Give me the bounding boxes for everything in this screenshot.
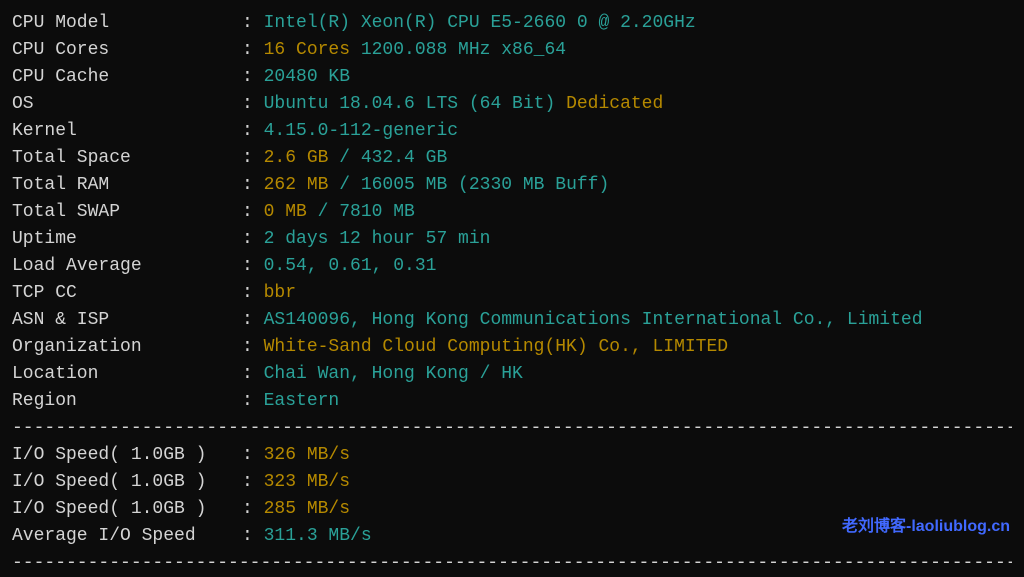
organization-line: Organization: White-Sand Cloud Computing… [12,334,1012,361]
io-test2-label: I/O Speed( 1.0GB ) [12,469,242,496]
region-label: Region [12,388,242,415]
asn-isp-value: AS140096, Hong Kong Communications Inter… [264,310,923,330]
kernel-label: Kernel [12,118,242,145]
cpu-model-label: CPU Model [12,10,242,37]
total-ram-sep: / [328,175,360,195]
io-test1-line: I/O Speed( 1.0GB ): 326 MB/s [12,442,1012,469]
kernel-value: 4.15.0-112-generic [264,121,458,141]
io-test1-label: I/O Speed( 1.0GB ) [12,442,242,469]
location-line: Location: Chai Wan, Hong Kong / HK [12,361,1012,388]
os-value: Ubuntu 18.04.6 LTS (64 Bit) [264,94,566,114]
io-test1-value: 326 MB/s [264,445,350,465]
tcp-cc-value: bbr [264,283,296,303]
total-ram-line: Total RAM: 262 MB / 16005 MB (2330 MB Bu… [12,172,1012,199]
io-test3-label: I/O Speed( 1.0GB ) [12,496,242,523]
total-swap-sep: / [307,202,339,222]
os-line: OS: Ubuntu 18.04.6 LTS (64 Bit) Dedicate… [12,91,1012,118]
uptime-label: Uptime [12,226,242,253]
cpu-cache-value: 20480 KB [264,67,350,87]
os-type: Dedicated [566,94,663,114]
uptime-line: Uptime: 2 days 12 hour 57 min [12,226,1012,253]
io-test2-line: I/O Speed( 1.0GB ): 323 MB/s [12,469,1012,496]
io-avg-label: Average I/O Speed [12,523,242,550]
load-avg-value: 0.54, 0.61, 0.31 [264,256,437,276]
io-test3-value: 285 MB/s [264,499,350,519]
cpu-cores-line: CPU Cores: 16 Cores 1200.088 MHz x86_64 [12,37,1012,64]
total-swap-used: 0 MB [264,202,307,222]
total-ram-total: 16005 MB [361,175,447,195]
cpu-cores-count: 16 Cores [264,40,350,60]
watermark: 老刘博客-laoliublog.cn [842,515,1010,539]
cpu-cores-label: CPU Cores [12,37,242,64]
location-value: Chai Wan, Hong Kong / HK [264,364,523,384]
cpu-model-line: CPU Model: Intel(R) Xeon(R) CPU E5-2660 … [12,10,1012,37]
total-swap-total: 7810 MB [339,202,415,222]
cpu-cores-freq: 1200.088 MHz x86_64 [350,40,566,60]
total-space-line: Total Space: 2.6 GB / 432.4 GB [12,145,1012,172]
organization-label: Organization [12,334,242,361]
io-test2-value: 323 MB/s [264,472,350,492]
total-ram-label: Total RAM [12,172,242,199]
total-space-total: 432.4 GB [361,148,447,168]
os-label: OS [12,91,242,118]
total-space-sep: / [328,148,360,168]
asn-isp-label: ASN & ISP [12,307,242,334]
region-line: Region: Eastern [12,388,1012,415]
cpu-cache-label: CPU Cache [12,64,242,91]
tcp-cc-line: TCP CC: bbr [12,280,1012,307]
uptime-value: 2 days 12 hour 57 min [264,229,491,249]
kernel-line: Kernel: 4.15.0-112-generic [12,118,1012,145]
divider-2: ----------------------------------------… [12,550,1012,577]
load-avg-label: Load Average [12,253,242,280]
total-ram-buff: (2330 MB Buff) [447,175,609,195]
region-value: Eastern [264,391,340,411]
load-avg-line: Load Average: 0.54, 0.61, 0.31 [12,253,1012,280]
total-space-used: 2.6 GB [264,148,329,168]
total-ram-used: 262 MB [264,175,329,195]
watermark-cn: 老刘博客 [842,518,906,535]
watermark-en: -laoliublog.cn [906,518,1010,535]
organization-value: White-Sand Cloud Computing(HK) Co., LIMI… [264,337,728,357]
total-space-label: Total Space [12,145,242,172]
divider-1: ----------------------------------------… [12,415,1012,442]
cpu-model-value: Intel(R) Xeon(R) CPU E5-2660 0 @ 2.20GHz [264,13,696,33]
tcp-cc-label: TCP CC [12,280,242,307]
total-swap-label: Total SWAP [12,199,242,226]
total-swap-line: Total SWAP: 0 MB / 7810 MB [12,199,1012,226]
asn-isp-line: ASN & ISP: AS140096, Hong Kong Communica… [12,307,1012,334]
location-label: Location [12,361,242,388]
cpu-cache-line: CPU Cache: 20480 KB [12,64,1012,91]
io-avg-value: 311.3 MB/s [264,526,372,546]
